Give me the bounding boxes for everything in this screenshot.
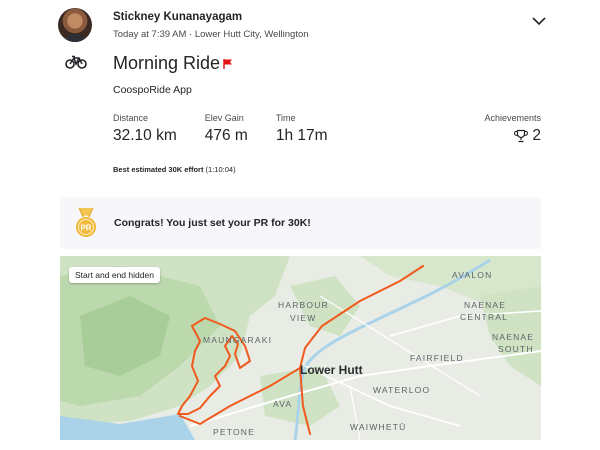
stat-label: Time (275, 113, 296, 123)
stat-achievements[interactable]: Achievements 2 (484, 113, 541, 145)
best-effort[interactable]: Best estimated 30K effort (1:10:04) (113, 165, 236, 174)
device-name: CoospoRide App (113, 84, 192, 96)
stat-elev-gain: Elev Gain 476 m (205, 113, 248, 145)
activity-title-row: Morning Ride (113, 53, 233, 74)
congrats-banner: PR Congrats! You just set your PR for 30… (60, 197, 541, 249)
athlete-name[interactable]: Stickney Kunanayagam (113, 11, 242, 23)
achievements-count: 2 (532, 127, 541, 144)
map-label-avalon: AVALON (452, 270, 493, 280)
stat-distance: Distance 32.10 km (113, 113, 177, 145)
stat-value: 32.10 km (113, 127, 177, 144)
map-label-naenae: NAENAE (464, 300, 507, 310)
stat-time: Time 1h 17m (276, 113, 328, 145)
map-label-fairfield: FAIRFIELD (410, 353, 464, 363)
map-label-lower-hutt: Lower Hutt (300, 363, 363, 377)
map-label-ava: AVA (273, 399, 293, 409)
route-map[interactable]: Start and end hidden AVALON HARBOUR VIEW… (60, 256, 541, 440)
map-label-naenae-2: NAENAE (492, 332, 535, 342)
best-effort-value: (1:10:04) (205, 165, 236, 174)
map-label-south: SOUTH (498, 344, 534, 354)
trophy-icon (514, 129, 529, 143)
map-label-central: CENTRAL (460, 312, 509, 322)
stat-label: Elev Gain (204, 113, 244, 123)
map-label-harbour: HARBOUR (278, 300, 329, 310)
chevron-down-icon[interactable] (530, 12, 548, 30)
map-canvas (60, 256, 541, 440)
start-end-hidden-chip: Start and end hidden (69, 267, 160, 283)
stat-label: Achievements (484, 113, 541, 123)
medal-icon: PR (76, 207, 96, 237)
medal-text: PR (80, 224, 91, 233)
map-label-maungaraki: MAUNGARAKI (203, 335, 273, 345)
stat-value: 476 m (204, 127, 248, 144)
activity-title[interactable]: Morning Ride (113, 53, 220, 74)
map-label-petone: PETONE (213, 427, 255, 437)
bike-icon (65, 55, 87, 69)
achievements-value: 2 (484, 127, 541, 145)
stat-label: Distance (113, 113, 149, 123)
flag-icon[interactable] (223, 58, 233, 70)
stat-value: 1h 17m (275, 127, 328, 144)
activity-header: Stickney Kunanayagam Today at 7:39 AM · … (58, 8, 548, 44)
best-effort-label: Best estimated 30K effort (113, 165, 204, 174)
congrats-text: Congrats! You just set your PR for 30K! (114, 217, 311, 229)
stats-row: Distance 32.10 km Elev Gain 476 m Time 1… (113, 113, 356, 145)
avatar[interactable] (58, 8, 92, 42)
activity-meta: Today at 7:39 AM · Lower Hutt City, Well… (113, 29, 309, 40)
map-label-waiwhetu: WAIWHETŪ (350, 422, 407, 432)
map-label-view: VIEW (290, 313, 317, 323)
map-label-waterloo: WATERLOO (373, 385, 431, 395)
